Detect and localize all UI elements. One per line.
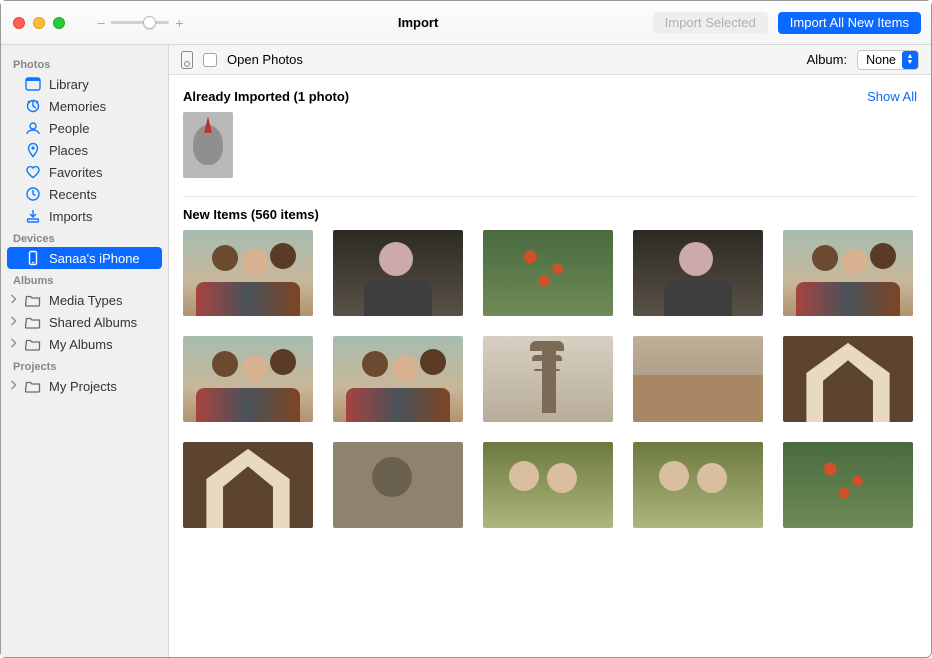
photo-thumbnail[interactable] — [183, 442, 313, 528]
photo-thumbnail[interactable] — [783, 230, 913, 316]
photo-thumbnail[interactable] — [333, 230, 463, 316]
sidebar-item-label: Shared Albums — [49, 315, 137, 330]
new-items-title: New Items (560 items) — [183, 207, 319, 222]
import-scroll-area[interactable]: Already Imported (1 photo) Show All New … — [169, 75, 931, 657]
sidebar-item-label: Memories — [49, 99, 106, 114]
photo-thumbnail[interactable] — [483, 230, 613, 316]
album-label: Album: — [807, 52, 847, 67]
chevron-right-icon[interactable] — [10, 315, 20, 329]
sidebar: Photos Library Memories People Places Favorit… — [1, 45, 169, 657]
already-imported-title: Already Imported (1 photo) — [183, 89, 349, 104]
zoom-icon[interactable] — [53, 17, 65, 29]
sidebar-item-label: Recents — [49, 187, 97, 202]
sidebar-item-recents[interactable]: Recents — [1, 183, 168, 205]
folder-icon — [25, 378, 41, 394]
sidebar-item-device[interactable]: Sanaa's iPhone — [7, 247, 162, 269]
close-icon[interactable] — [13, 17, 25, 29]
open-photos-label: Open Photos — [227, 52, 303, 67]
phone-icon — [25, 250, 41, 266]
photo-thumbnail[interactable] — [483, 336, 613, 422]
photo-thumbnail[interactable] — [783, 442, 913, 528]
import-options-bar: Open Photos Album: None ▲▼ — [169, 45, 931, 75]
slider-track[interactable] — [111, 21, 169, 24]
download-icon — [25, 208, 41, 224]
minimize-icon[interactable] — [33, 17, 45, 29]
import-selected-button[interactable]: Import Selected — [653, 12, 768, 34]
new-items-header: New Items (560 items) — [183, 207, 917, 222]
heart-icon — [25, 164, 41, 180]
already-imported-header: Already Imported (1 photo) Show All — [183, 89, 917, 104]
photo-thumbnail[interactable] — [633, 230, 763, 316]
photo-thumbnail[interactable] — [483, 442, 613, 528]
section-divider — [183, 196, 917, 197]
photo-thumbnail[interactable] — [633, 442, 763, 528]
photo-thumbnail[interactable] — [183, 230, 313, 316]
photo-thumbnail[interactable] — [333, 336, 463, 422]
sidebar-item-label: My Projects — [49, 379, 117, 394]
photo-thumbnail[interactable] — [183, 112, 233, 178]
album-select-value: None — [866, 53, 896, 67]
sidebar-item-favorites[interactable]: Favorites — [1, 161, 168, 183]
library-icon — [25, 76, 41, 92]
chevron-right-icon[interactable] — [10, 379, 20, 393]
sidebar-item-label: Favorites — [49, 165, 102, 180]
sidebar-item-label: Library — [49, 77, 89, 92]
folder-icon — [25, 314, 41, 330]
sidebar-item-label: Sanaa's iPhone — [49, 251, 140, 266]
sidebar-item-shared[interactable]: Shared Albums — [1, 311, 168, 333]
plus-icon: + — [175, 15, 183, 31]
album-select[interactable]: None ▲▼ — [857, 50, 919, 70]
window-title: Import — [183, 15, 652, 30]
sidebar-item-label: My Albums — [49, 337, 113, 352]
sidebar-item-library[interactable]: Library — [1, 73, 168, 95]
window-controls — [13, 17, 65, 29]
sidebar-item-label: Media Types — [49, 293, 122, 308]
sidebar-section-header: Projects — [1, 355, 168, 375]
sidebar-section-header: Devices — [1, 227, 168, 247]
import-all-button[interactable]: Import All New Items — [778, 12, 921, 34]
clock-icon — [25, 186, 41, 202]
minus-icon: − — [97, 15, 105, 31]
sidebar-item-label: People — [49, 121, 89, 136]
select-arrows-icon: ▲▼ — [902, 51, 918, 69]
show-all-link[interactable]: Show All — [867, 89, 917, 104]
chevron-right-icon[interactable] — [10, 337, 20, 351]
sidebar-item-places[interactable]: Places — [1, 139, 168, 161]
new-items-grid — [183, 230, 917, 528]
titlebar: − + Import Import Selected Import All Ne… — [1, 1, 931, 45]
sidebar-item-people[interactable]: People — [1, 117, 168, 139]
photo-thumbnail[interactable] — [783, 336, 913, 422]
people-icon — [25, 120, 41, 136]
sidebar-item-memories[interactable]: Memories — [1, 95, 168, 117]
sidebar-section-header: Photos — [1, 53, 168, 73]
chevron-right-icon[interactable] — [10, 293, 20, 307]
sidebar-item-projects[interactable]: My Projects — [1, 375, 168, 397]
slider-knob[interactable] — [143, 16, 156, 29]
places-icon — [25, 142, 41, 158]
zoom-slider[interactable]: − + — [97, 15, 183, 31]
sidebar-item-media[interactable]: Media Types — [1, 289, 168, 311]
open-photos-checkbox[interactable] — [203, 53, 217, 67]
device-icon — [181, 51, 193, 69]
sidebar-item-label: Imports — [49, 209, 92, 224]
folder-icon — [25, 336, 41, 352]
sidebar-item-imports[interactable]: Imports — [1, 205, 168, 227]
content-pane: Open Photos Album: None ▲▼ Already Impor… — [169, 45, 931, 657]
sidebar-item-label: Places — [49, 143, 88, 158]
memories-icon — [25, 98, 41, 114]
photo-thumbnail[interactable] — [633, 336, 763, 422]
already-imported-grid — [183, 112, 917, 178]
photo-thumbnail[interactable] — [333, 442, 463, 528]
photo-thumbnail[interactable] — [183, 336, 313, 422]
sidebar-item-mine[interactable]: My Albums — [1, 333, 168, 355]
sidebar-section-header: Albums — [1, 269, 168, 289]
folder-icon — [25, 292, 41, 308]
